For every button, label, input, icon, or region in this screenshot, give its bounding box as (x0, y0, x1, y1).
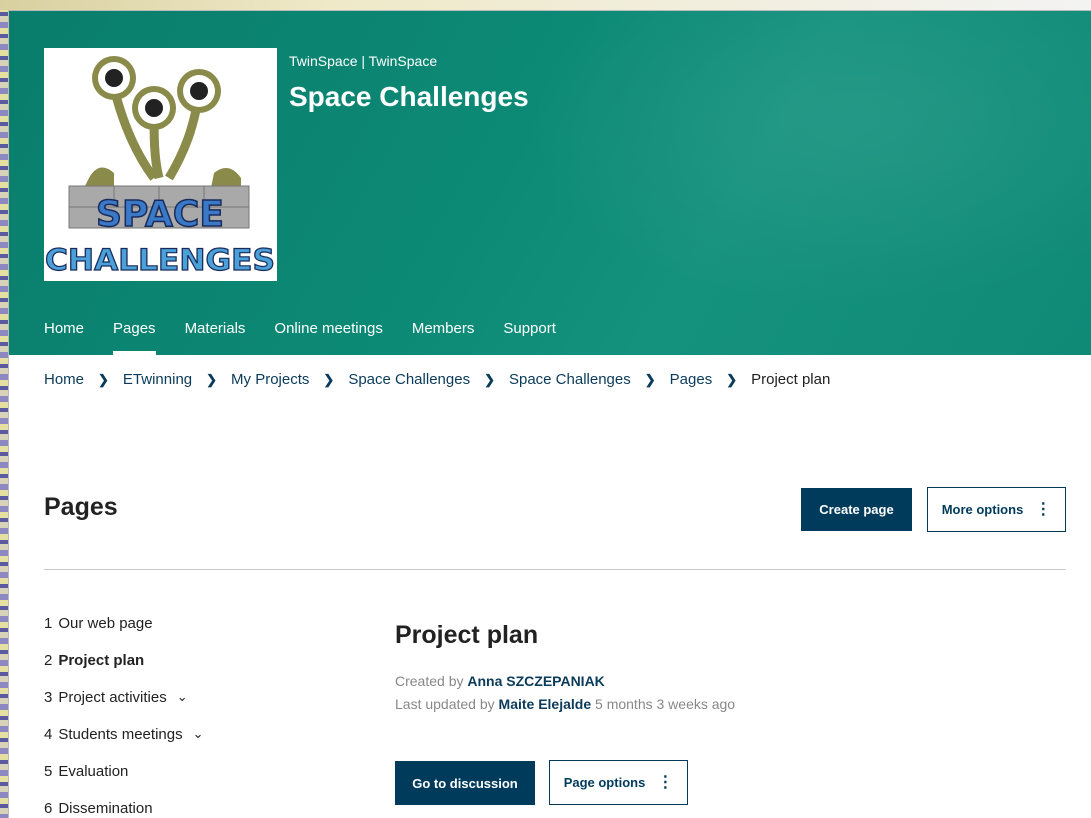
sidebar-item-project-activities[interactable]: 3 Project activities ⌄ (44, 689, 204, 726)
sidebar-item-our-web-page[interactable]: 1 Our web page (44, 615, 204, 652)
item-number: 2 (44, 652, 53, 669)
alien-logo-image: SPACE CHALLENGES (44, 56, 276, 278)
chevron-right-icon: ❯ (484, 371, 495, 387)
nav-pages[interactable]: Pages (113, 317, 156, 355)
created-by-line: Created by Anna SZCZEPANIAK (395, 673, 605, 689)
item-number: 5 (44, 763, 53, 780)
updater-link[interactable]: Maite Elejalde (499, 696, 592, 712)
sidebar-item-dissemination[interactable]: 6 Dissemination (44, 800, 204, 818)
created-prefix: Created by (395, 673, 464, 689)
page-options-label: Page options (563, 775, 646, 790)
nav-home[interactable]: Home (44, 317, 84, 355)
sidebar-item-students-meetings[interactable]: 4 Students meetings ⌄ (44, 726, 204, 763)
breadcrumb-home[interactable]: Home (44, 371, 84, 388)
browser-page: SPACE CHALLENGES TwinSpace | TwinSpace S… (8, 10, 1091, 818)
site-crumb[interactable]: TwinSpace | TwinSpace (289, 53, 437, 69)
item-number: 6 (44, 800, 53, 817)
create-page-button[interactable]: Create page (801, 488, 912, 531)
sidebar-item-label: Project plan (58, 652, 145, 669)
sidebar-item-label: Evaluation (58, 763, 129, 780)
breadcrumb-current: Project plan (751, 371, 831, 388)
sidebar-item-label: Our web page (58, 615, 153, 632)
sidebar-item-label: Dissemination (58, 800, 153, 817)
sidebar-item-label: Students meetings (58, 726, 183, 743)
main-nav: Home Pages Materials Online meetings Mem… (44, 317, 585, 355)
svg-text:CHALLENGES: CHALLENGES (45, 243, 275, 277)
nav-materials[interactable]: Materials (185, 317, 246, 355)
background-strip (0, 0, 8, 818)
go-to-discussion-button[interactable]: Go to discussion (395, 761, 535, 805)
more-options-button[interactable]: More options ⋮ (927, 487, 1066, 532)
chevron-right-icon: ❯ (98, 371, 109, 387)
creator-link[interactable]: Anna SZCZEPANIAK (467, 673, 604, 689)
kebab-menu-icon: ⋮ (1035, 500, 1052, 518)
item-number: 4 (44, 726, 53, 743)
breadcrumb: Home ❯ ETwinning ❯ My Projects ❯ Space C… (44, 371, 830, 388)
breadcrumb-etwinning[interactable]: ETwinning (123, 371, 192, 388)
chevron-down-icon[interactable]: ⌄ (177, 689, 188, 705)
item-number: 3 (44, 689, 53, 706)
chevron-right-icon: ❯ (644, 371, 656, 387)
section-divider (44, 569, 1066, 570)
breadcrumb-my-projects[interactable]: My Projects (231, 371, 309, 388)
nav-members[interactable]: Members (412, 317, 475, 355)
chevron-right-icon: ❯ (323, 371, 335, 387)
chevron-right-icon: ❯ (206, 371, 218, 387)
updated-ago: 5 months 3 weeks ago (595, 696, 736, 712)
pages-sidebar: 1 Our web page 2 Project plan 3 Project … (44, 615, 204, 818)
breadcrumb-project[interactable]: Space Challenges (348, 371, 470, 388)
nav-support[interactable]: Support (503, 317, 556, 355)
kebab-menu-icon: ⋮ (657, 773, 674, 791)
updated-by-line: Last updated by Maite Elejalde 5 months … (395, 696, 735, 712)
page-options-button[interactable]: Page options ⋮ (549, 760, 688, 805)
breadcrumb-pages[interactable]: Pages (670, 371, 713, 388)
item-number: 1 (44, 615, 53, 632)
create-page-label: Create page (819, 502, 894, 517)
svg-text:SPACE: SPACE (96, 194, 224, 235)
sidebar-item-project-plan[interactable]: 2 Project plan (44, 652, 204, 689)
project-header: SPACE CHALLENGES TwinSpace | TwinSpace S… (9, 11, 1091, 355)
top-background-strip (0, 0, 1091, 10)
discussion-label: Go to discussion (412, 775, 518, 791)
pages-heading: Pages (44, 493, 118, 521)
breadcrumb-twinspace[interactable]: Space Challenges (509, 371, 631, 388)
updated-prefix: Last updated by (395, 696, 495, 712)
nav-online-meetings[interactable]: Online meetings (274, 317, 382, 355)
project-title: Space Challenges (289, 81, 529, 112)
project-logo: SPACE CHALLENGES (44, 48, 277, 281)
chevron-down-icon[interactable]: ⌄ (193, 726, 204, 742)
sidebar-item-label: Project activities (58, 689, 167, 706)
more-options-label: More options (941, 502, 1024, 517)
chevron-right-icon: ❯ (726, 371, 738, 387)
page-title: Project plan (395, 621, 539, 649)
sidebar-item-evaluation[interactable]: 5 Evaluation (44, 763, 204, 800)
